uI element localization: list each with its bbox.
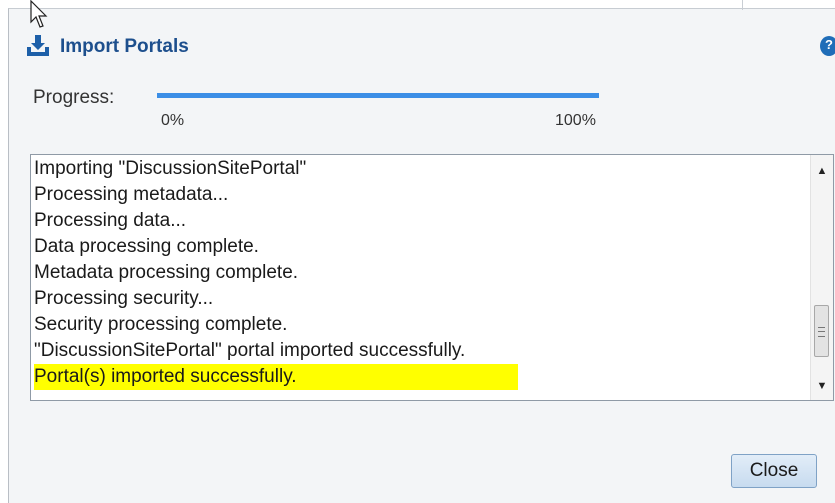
log-line: Data processing complete. [34,236,259,257]
progress-max-label: 100% [555,112,596,129]
log-line: Importing "DiscussionSitePortal" [34,158,307,179]
help-icon[interactable]: ? [820,36,835,56]
scroll-up-arrow-icon[interactable]: ▲ [811,161,833,181]
import-portals-dialog: Import Portals ? Progress: 0% 100% Impor… [8,8,835,503]
log-line: Processing metadata... [34,184,229,205]
import-download-icon [27,35,49,56]
close-button[interactable]: Close [731,454,817,488]
log-line: Processing security... [34,288,214,309]
grip-icon [818,327,825,337]
scrollbar-thumb[interactable] [814,305,829,357]
progress-label: Progress: [33,87,115,108]
log-line-highlighted: Portal(s) imported successfully. [34,364,518,390]
progress-bar [157,93,599,98]
window-divider [742,0,743,10]
log-line: Metadata processing complete. [34,262,299,283]
log-line: Security processing complete. [34,314,288,335]
scroll-down-arrow-icon[interactable]: ▼ [811,376,833,396]
import-log[interactable]: Importing "DiscussionSitePortal" Process… [30,154,834,401]
progress-min-label: 0% [161,112,185,129]
progress-bar-fill [157,93,599,98]
dialog-title-bar: Import Portals ? [9,9,835,69]
log-line: "DiscussionSitePortal" portal imported s… [34,340,466,361]
dialog-title: Import Portals [60,36,189,57]
log-line: Processing data... [34,210,187,231]
log-scrollbar[interactable]: ▲ ▼ [810,155,833,400]
mouse-pointer-icon [30,0,48,28]
